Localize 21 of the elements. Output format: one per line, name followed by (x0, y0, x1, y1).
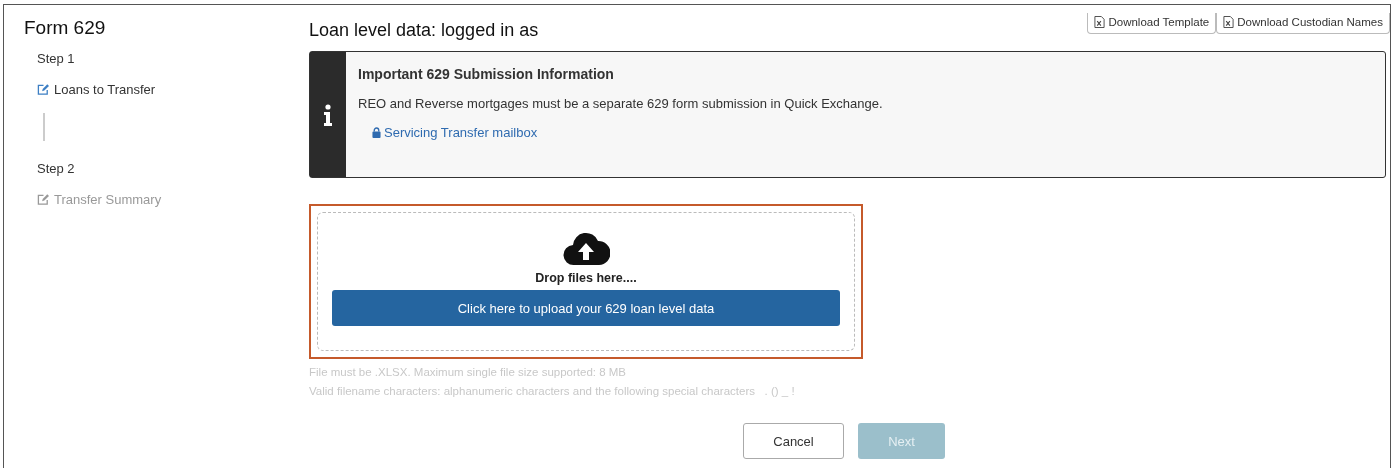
notice-text: REO and Reverse mortgages must be a separate 629 form submission in Quick Exchange. (358, 96, 883, 111)
drop-text: Drop files here.... (535, 271, 637, 285)
notice-title: Important 629 Submission Information (358, 66, 615, 82)
edit-icon (37, 83, 50, 96)
upload-button[interactable]: Click here to upload your 629 loan level data (332, 290, 840, 326)
step-label: Step 1 (37, 51, 76, 66)
info-icon (323, 103, 333, 126)
page-title: Loan level data: logged in as (309, 20, 539, 41)
mailbox-link[interactable]: Servicing Transfer mailbox (372, 125, 538, 140)
edit-icon (37, 193, 50, 206)
cancel-button[interactable]: Cancel (743, 423, 844, 459)
cloud-upload-icon (562, 231, 610, 267)
download-button[interactable]: Download Custodian Names (1216, 13, 1390, 34)
spreadsheet-icon (1094, 16, 1106, 28)
spreadsheet-icon (1223, 16, 1235, 28)
form-title: Form 629 (24, 17, 107, 39)
lock-icon (372, 127, 381, 138)
step-link[interactable]: Loans to Transfer (37, 82, 289, 97)
step-label: Step 2 (37, 161, 76, 176)
drop-zone[interactable]: Drop files here.... Click here to upload your 629 loan level data (317, 212, 855, 351)
download-button[interactable]: Download Template (1087, 13, 1217, 34)
